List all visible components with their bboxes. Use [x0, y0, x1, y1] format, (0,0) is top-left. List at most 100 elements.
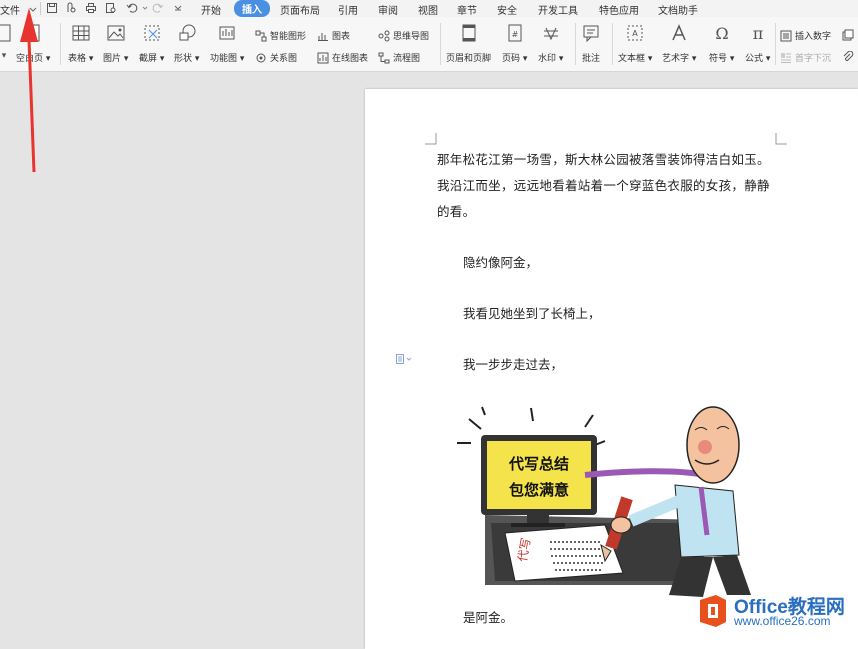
comment-button[interactable]: 批注 [581, 23, 601, 64]
mind-map-button[interactable]: 思维导图 [378, 29, 429, 42]
shape-icon [179, 24, 196, 41]
customize-toolbar-icon[interactable] [171, 1, 185, 15]
paragraph-line-3: 我一步步走过去， [463, 357, 564, 372]
picture-button[interactable]: 图片 ▾ [103, 23, 128, 64]
site-watermark: Office教程网 www.office26.com [694, 590, 858, 636]
mind-map-label: 思维导图 [393, 32, 430, 42]
flowchart-icon [378, 52, 390, 63]
function-chart-icon [219, 26, 235, 40]
formula-label: 公式 [745, 54, 764, 64]
tab-doc-assistant[interactable]: 文档助手 [658, 2, 698, 17]
tab-special-apps[interactable]: 特色应用 [599, 2, 639, 17]
paragraph-line-1: 隐约像阿金， [463, 255, 539, 270]
picture-label: 图片 [103, 54, 122, 64]
margin-corner-top-right [775, 133, 787, 145]
watermark-label: 水印 [538, 54, 557, 64]
tab-view[interactable]: 视图 [418, 2, 438, 17]
textbox-button[interactable]: A 文本框 ▾ [618, 23, 652, 64]
art-text-icon [672, 24, 686, 41]
cover-page-icon [0, 24, 11, 42]
omega-icon: Ω [715, 24, 728, 43]
insert-number-button[interactable]: 插入数字 [780, 29, 831, 42]
file-menu[interactable]: 文件 [0, 2, 38, 17]
blank-page-label: 空白页 [16, 54, 44, 64]
watermark-url: www.office26.com [734, 614, 831, 628]
paragraph-layout-icon[interactable] [396, 354, 412, 367]
chart-button[interactable]: 图表 [317, 29, 350, 42]
intro-paragraph: 那年松花江第一场雪，斯大林公园被落雪装饰得洁白如玉。 我沿江而坐，远远地看着站着… [437, 147, 782, 225]
intro-line: 那年松花江第一场雪，斯大林公园被落雪装饰得洁白如玉。 [437, 152, 770, 167]
intro-line: 的看。 [437, 204, 476, 219]
drop-cap-label: 首字下沉 [795, 54, 832, 64]
drop-cap-button[interactable]: 首字下沉 [780, 51, 831, 64]
textbox-label: 文本框 [618, 54, 646, 64]
mind-map-icon [378, 30, 390, 41]
print-preview-icon[interactable] [104, 1, 118, 15]
relation-graph-icon [256, 53, 266, 62]
tab-home[interactable]: 开始 [201, 2, 221, 17]
screenshot-button[interactable]: 截屏 ▾ [139, 23, 164, 64]
chart-icon [318, 32, 328, 41]
smart-graphic-button[interactable]: 智能图形 [255, 29, 306, 42]
tab-developer[interactable]: 开发工具 [538, 2, 578, 17]
relation-graph-label: 关系图 [270, 54, 298, 64]
file-menu-label: 文件 [0, 6, 20, 17]
attachment-button[interactable] [842, 51, 857, 63]
intro-line: 我沿江而坐，远远地看着站着一个穿蓝色衣服的女孩，静静 [437, 178, 770, 193]
redo-icon[interactable] [151, 1, 165, 15]
tab-references[interactable]: 引用 [338, 2, 358, 17]
relation-graph-button[interactable]: 关系图 [255, 51, 297, 64]
page-number-button[interactable]: # 页码 ▾ [502, 23, 527, 64]
object-icon [842, 29, 854, 41]
save-icon[interactable] [45, 1, 59, 15]
function-chart-label: 功能图 [210, 54, 238, 64]
screen-text-line-2: 包您满意 [509, 481, 569, 499]
comment-label: 批注 [581, 54, 600, 64]
paragraph-line-2: 我看见她坐到了长椅上， [463, 306, 601, 321]
smart-graphic-label: 智能图形 [270, 32, 307, 42]
office-logo-icon [700, 595, 726, 627]
tab-chapter[interactable]: 章节 [457, 2, 477, 17]
tab-insert[interactable]: 插入 [234, 0, 270, 17]
drop-cap-icon [781, 52, 791, 63]
table-button[interactable]: 表格 ▾ [68, 23, 93, 64]
comment-icon [583, 25, 599, 43]
textbox-icon: A [627, 25, 643, 41]
formula-button[interactable]: π 公式 ▾ [745, 23, 770, 64]
art-text-button[interactable]: 艺术字 ▾ [662, 23, 696, 64]
margin-corner-top-left [425, 133, 437, 145]
shape-button[interactable]: 形状 ▾ [174, 23, 199, 64]
blank-page-icon [26, 24, 40, 42]
tab-security[interactable]: 安全 [497, 2, 517, 17]
cartoon-illustration[interactable]: 代写 代写总结 包您满意 [455, 405, 755, 605]
page-number-label: 页码 [502, 54, 521, 64]
symbol-button[interactable]: Ω 符号 ▾ [709, 23, 734, 64]
header-footer-button[interactable]: 页眉和页脚 [446, 23, 491, 64]
watermark-button[interactable]: 水印 ▾ [538, 23, 563, 64]
shape-label: 形状 [174, 54, 193, 64]
chevron-down-icon [29, 7, 37, 12]
online-chart-label: 在线图表 [332, 54, 369, 64]
undo-dropdown-icon[interactable] [138, 1, 152, 15]
page-number-icon: # [508, 24, 522, 42]
print-icon[interactable] [84, 1, 98, 15]
chart-label: 图表 [332, 32, 351, 42]
online-chart-button[interactable]: 在线图表 [317, 51, 368, 64]
screen-text-line-1: 代写总结 [508, 455, 569, 473]
svg-text:#: # [511, 30, 518, 39]
insert-number-icon [780, 30, 792, 41]
undo-icon[interactable] [125, 1, 139, 15]
tab-page-layout[interactable]: 页面布局 [280, 2, 320, 17]
screenshot-label: 截屏 [139, 54, 158, 64]
svg-text:Ω: Ω [715, 24, 728, 43]
blank-page-button[interactable]: 空白页 ▾ [16, 23, 50, 64]
function-chart-button[interactable]: 功能图 ▾ [210, 23, 244, 64]
cover-page-button[interactable]: ▾ [0, 23, 14, 61]
tab-review[interactable]: 审阅 [378, 2, 398, 17]
picture-icon [107, 25, 125, 41]
ribbon-insert: ▾ 空白页 ▾ 表格 ▾ 图片 ▾ 截屏 ▾ 形状 ▾ 功能图 ▾ 智能图形 图… [0, 17, 858, 72]
menu-bar: 文件 开始 插入 页面布局 引用 审阅 视图 章节 安全 开发工具 特色应用 文… [0, 0, 858, 17]
output-pdf-icon[interactable] [64, 1, 78, 15]
flowchart-button[interactable]: 流程图 [378, 51, 420, 64]
object-button[interactable] [842, 29, 857, 41]
